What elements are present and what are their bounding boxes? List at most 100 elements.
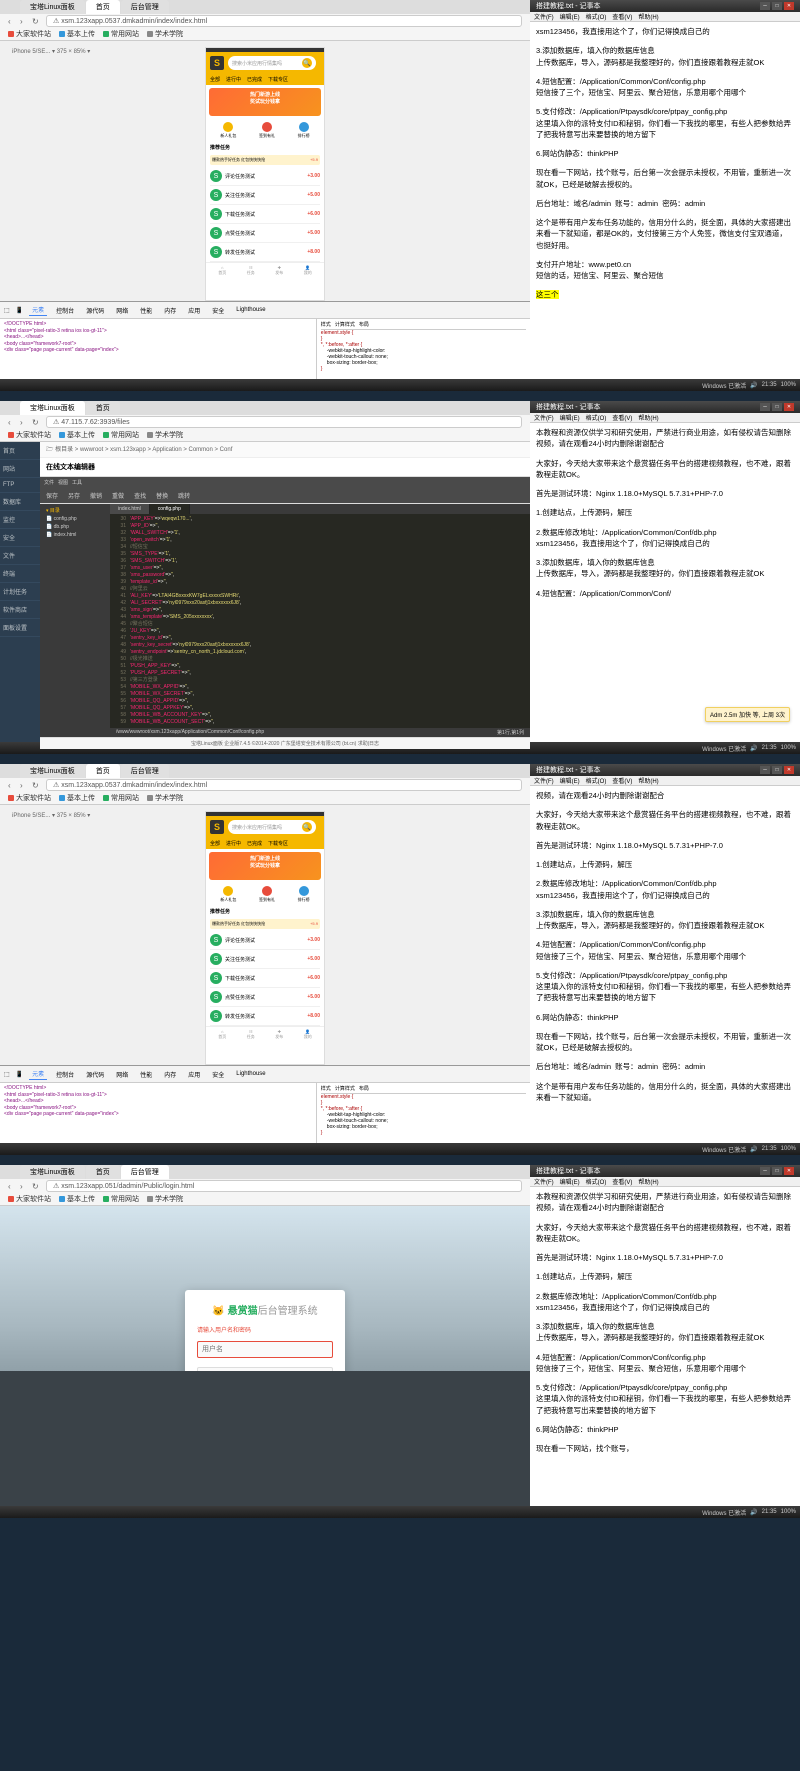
maximize-icon[interactable]: □ (772, 2, 782, 10)
menu-item[interactable]: 查看(V) (612, 1177, 632, 1186)
back-icon[interactable]: ‹ (8, 418, 16, 426)
toolbar-button[interactable]: 跳转 (178, 491, 190, 500)
toolbar-button[interactable]: 查找 (134, 491, 146, 500)
menu-item[interactable]: 格式(O) (586, 413, 607, 422)
notepad-content[interactable]: 本教程和资源仅供学习和研究使用，严禁进行商业用途，如有侵权请告知删除 视频，请在… (530, 423, 800, 611)
menu-item[interactable]: 帮助(H) (638, 776, 658, 785)
menu-item[interactable]: 帮助(H) (638, 1177, 658, 1186)
nav-tab[interactable]: 已完成 (247, 76, 262, 83)
taskbar[interactable]: Windows 已激活 🔊 21:35 100% (0, 379, 800, 391)
bookmark-item[interactable]: 大家软件站 (8, 430, 51, 440)
bottom-nav-item[interactable]: ☷任务 (247, 265, 255, 276)
devtools-tab[interactable]: 源代码 (83, 1069, 107, 1080)
toolbar-button[interactable]: 撤销 (90, 491, 102, 500)
back-icon[interactable]: ‹ (8, 781, 16, 789)
bottom-nav-item[interactable]: ✚发布 (275, 265, 283, 276)
quick-icon[interactable]: 新人礼包 (220, 886, 236, 903)
devtools-tab[interactable]: 元素 (29, 304, 47, 316)
task-item[interactable]: S点赞任务测试+5.00 (210, 224, 320, 243)
menu-item[interactable]: 文件(F) (534, 1177, 554, 1186)
reload-icon[interactable]: ↻ (32, 418, 40, 426)
device-icon[interactable]: 📱 (16, 307, 23, 314)
minimize-icon[interactable]: ─ (760, 766, 770, 774)
bottom-nav-item[interactable]: 👤我的 (304, 265, 312, 276)
file-tree-item[interactable]: 📄 config.php (42, 515, 108, 523)
bookmark-item[interactable]: 常用网站 (103, 1194, 139, 1204)
bottom-nav-item[interactable]: 👤我的 (304, 1029, 312, 1040)
menu-item[interactable]: 编辑(E) (560, 776, 580, 785)
task-item[interactable]: S下载任务测试+6.00 (210, 205, 320, 224)
browser-tab[interactable]: 后台管理 (121, 0, 169, 14)
task-item[interactable]: S关注任务测试+5.00 (210, 950, 320, 969)
bottom-nav-item[interactable]: ⌂首页 (218, 1029, 226, 1040)
sidebar-item[interactable]: 终端 (0, 565, 40, 583)
nav-tab[interactable]: 已完成 (247, 840, 262, 847)
minimize-icon[interactable]: ─ (760, 2, 770, 10)
editor-menu[interactable]: 文件 (44, 479, 54, 486)
devtools-tab[interactable]: 安全 (209, 305, 227, 316)
minimize-icon[interactable]: ─ (760, 1167, 770, 1175)
sidebar-item[interactable]: 安全 (0, 529, 40, 547)
devtools-tab[interactable]: 元素 (29, 1068, 47, 1080)
devtools-tab[interactable]: 应用 (185, 1069, 203, 1080)
nav-tab[interactable]: 进行中 (226, 840, 241, 847)
editor-menu[interactable]: 工具 (72, 479, 82, 486)
styles-pane[interactable]: 样式 计算样式 布局 element.style {}*, *:before, … (316, 319, 530, 379)
task-item[interactable]: S点赞任务测试+5.00 (210, 988, 320, 1007)
inspect-icon[interactable]: ⬚ (4, 307, 10, 314)
quick-icon[interactable]: 新人礼包 (220, 122, 236, 139)
back-icon[interactable]: ‹ (8, 1182, 16, 1190)
menu-item[interactable]: 查看(V) (612, 776, 632, 785)
notepad-content[interactable]: 本教程和资源仅供学习和研究使用，严禁进行商业用途，如有侵权请告知删除 视频，请在… (530, 1187, 800, 1466)
quick-icon[interactable]: 排行榜 (298, 122, 310, 139)
taskbar[interactable]: Windows 已激活 🔊 21:35 100% (0, 1506, 800, 1518)
bookmark-item[interactable]: 学术学院 (147, 793, 183, 803)
task-item[interactable]: S转发任务测试+8.00 (210, 1007, 320, 1026)
menu-item[interactable]: 编辑(E) (560, 12, 580, 21)
sidebar-item[interactable]: 计划任务 (0, 583, 40, 601)
address-bar[interactable]: ⚠ 47.115.7.62:3939/files (46, 416, 522, 428)
browser-tab[interactable]: 后台管理 (121, 764, 169, 778)
close-icon[interactable]: ✕ (784, 403, 794, 411)
sidebar-item[interactable]: FTP (0, 478, 40, 493)
sidebar-item[interactable]: 文件 (0, 547, 40, 565)
close-icon[interactable]: ✕ (784, 766, 794, 774)
quick-icon[interactable]: 签到有礼 (259, 886, 275, 903)
close-icon[interactable]: ✕ (784, 1167, 794, 1175)
browser-tab[interactable]: 首页 (86, 764, 120, 778)
menu-item[interactable]: 查看(V) (612, 12, 632, 21)
bookmark-item[interactable]: 大家软件站 (8, 1194, 51, 1204)
editor-tab[interactable]: config.php (150, 504, 190, 514)
elements-tree[interactable]: <!DOCTYPE html><html class="pixel-ratio-… (0, 319, 316, 379)
reload-icon[interactable]: ↻ (32, 781, 40, 789)
bookmark-item[interactable]: 基本上传 (59, 430, 95, 440)
notepad-content[interactable]: 视频，请在观看24小时内删除谢谢配合大家好，今天给大家带来这个悬赏猫任务平台的搭… (530, 786, 800, 1115)
devtools-tab[interactable]: 控制台 (53, 305, 77, 316)
bookmark-item[interactable]: 基本上传 (59, 793, 95, 803)
menu-item[interactable]: 帮助(H) (638, 413, 658, 422)
sidebar-item[interactable]: 软件商店 (0, 601, 40, 619)
task-item[interactable]: S关注任务测试+5.00 (210, 186, 320, 205)
devtools-tab[interactable]: 网络 (113, 305, 131, 316)
task-item[interactable]: S转发任务测试+8.00 (210, 243, 320, 262)
bookmark-item[interactable]: 大家软件站 (8, 29, 51, 39)
taskbar[interactable]: Windows 已激活 🔊 21:35 100% (0, 1143, 800, 1155)
task-item[interactable]: S评论任务测试+3.00 (210, 931, 320, 950)
browser-tab[interactable]: 宝塔Linux面板 (20, 401, 85, 415)
promo-banner[interactable]: 热门新游上线 奖试玩分钱拿 (209, 852, 321, 880)
device-icon[interactable]: 📱 (16, 1071, 23, 1078)
back-icon[interactable]: ‹ (8, 17, 16, 25)
quick-icon[interactable]: 签到有礼 (259, 122, 275, 139)
search-input[interactable]: 搜索小米应用行情集吗🔍 (228, 56, 316, 70)
browser-tab[interactable]: 首页 (86, 1165, 120, 1179)
task-item[interactable]: S评论任务测试+3.00 (210, 167, 320, 186)
devtools-tab[interactable]: 性能 (137, 1069, 155, 1080)
browser-tab[interactable]: 宝塔Linux面板 (20, 764, 85, 778)
address-bar[interactable]: ⚠ xsm.123xapp.0537.dmkadmin/index/index.… (46, 779, 522, 791)
devtools-tab[interactable]: 安全 (209, 1069, 227, 1080)
devtools-tab[interactable]: 内存 (161, 1069, 179, 1080)
menu-item[interactable]: 格式(O) (586, 12, 607, 21)
promo-strip[interactable]: 爆款热手好任务 红包快快快抢+5.9 (210, 919, 320, 929)
devtools-tab[interactable]: 性能 (137, 305, 155, 316)
bookmark-item[interactable]: 常用网站 (103, 430, 139, 440)
